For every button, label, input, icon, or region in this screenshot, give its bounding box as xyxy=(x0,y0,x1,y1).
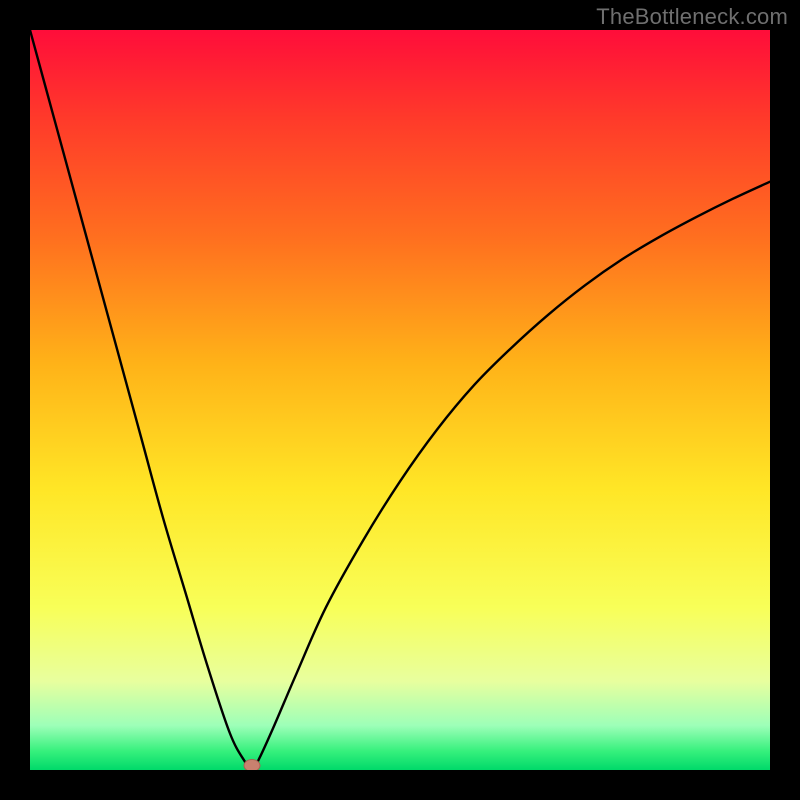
chart-frame: TheBottleneck.com xyxy=(0,0,800,800)
watermark-text: TheBottleneck.com xyxy=(596,4,788,30)
plot-area xyxy=(30,30,770,770)
optimal-point-marker xyxy=(244,760,260,770)
gradient-background xyxy=(30,30,770,770)
chart-svg xyxy=(30,30,770,770)
